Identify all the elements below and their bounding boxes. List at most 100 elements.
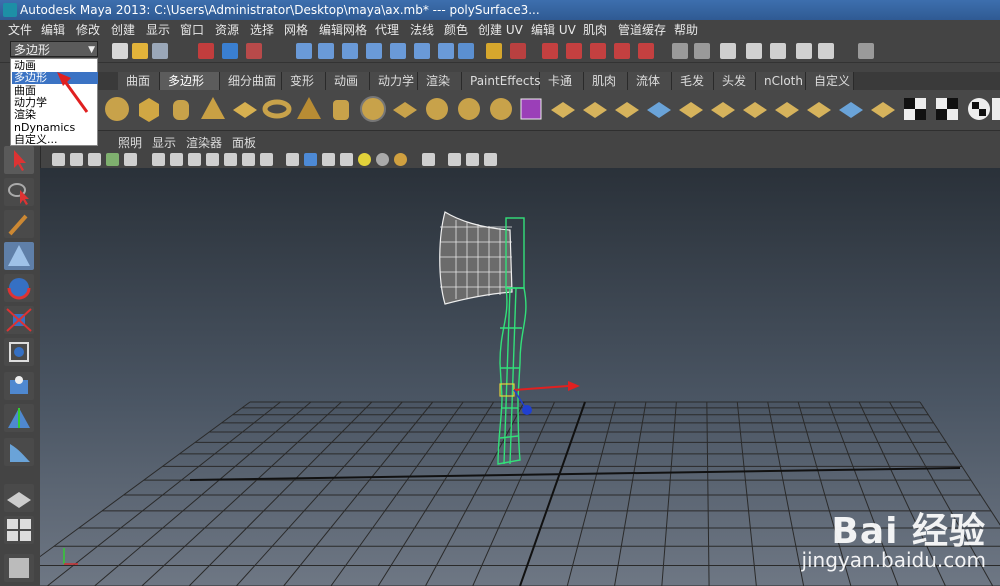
single-perspective-layout-icon[interactable]	[4, 484, 34, 512]
absolute-transform-icon[interactable]	[858, 43, 874, 59]
grid-toggle-icon[interactable]	[152, 153, 165, 166]
gate-mask-icon[interactable]	[206, 153, 219, 166]
history-icon[interactable]	[414, 43, 430, 59]
tool-settings-icon[interactable]	[720, 43, 736, 59]
separate-icon[interactable]	[454, 94, 484, 124]
isolate-select-icon[interactable]	[422, 153, 435, 166]
mode-selector[interactable]: 多边形 ▼	[10, 41, 98, 57]
last-tool-icon[interactable]	[4, 404, 34, 432]
soft-mod-icon[interactable]	[4, 372, 34, 400]
lasso-tool-icon[interactable]	[4, 178, 34, 206]
poly-pipe-icon[interactable]	[358, 94, 388, 124]
shelf-tab[interactable]: nCloth	[756, 72, 806, 90]
poly-torus-icon[interactable]	[262, 94, 292, 124]
menu-item[interactable]: 网格	[284, 20, 308, 40]
wireframe-on-shaded-icon[interactable]	[322, 153, 335, 166]
render-icon[interactable]	[510, 43, 526, 59]
poly-prism-icon[interactable]	[294, 94, 324, 124]
select-hierarchy-icon[interactable]	[198, 43, 214, 59]
menu-item[interactable]: 资源	[215, 20, 239, 40]
menu-item[interactable]: 法线	[410, 20, 434, 40]
menu-item[interactable]: 编辑 UV	[531, 20, 576, 40]
poly-cube-icon[interactable]	[134, 94, 164, 124]
snap-curve-icon[interactable]	[318, 43, 334, 59]
modeling-toolkit-icon[interactable]	[796, 43, 812, 59]
shelf-tab[interactable]: 曲面	[118, 72, 160, 90]
image-plane-icon[interactable]	[106, 153, 119, 166]
menu-item[interactable]: 窗口	[180, 20, 204, 40]
split-polygon-icon[interactable]	[644, 94, 674, 124]
shelf-tab[interactable]: 细分曲面	[220, 72, 282, 90]
xray-icon[interactable]	[448, 153, 461, 166]
shelf-tab[interactable]: 肌肉	[584, 72, 628, 90]
panel-menu-item[interactable]: 面板	[232, 134, 256, 152]
move-tool-icon[interactable]	[4, 242, 34, 270]
poly-cylinder-icon[interactable]	[166, 94, 196, 124]
new-scene-icon[interactable]	[112, 43, 128, 59]
menu-item[interactable]: 文件	[8, 20, 32, 40]
select-tool-icon[interactable]	[4, 146, 34, 174]
menu-item[interactable]: 代理	[375, 20, 399, 40]
poly-helix-icon[interactable]	[390, 94, 420, 124]
render-settings-icon[interactable]	[590, 43, 606, 59]
magnet-icon[interactable]	[638, 43, 654, 59]
shelf-tab[interactable]: 多边形	[160, 72, 220, 90]
shelf-tab[interactable]: 卡通	[540, 72, 584, 90]
shelf-tab[interactable]: 渲染	[418, 72, 462, 90]
menu-item[interactable]: 创建 UV	[478, 20, 523, 40]
shelf-tab[interactable]: 动画	[326, 72, 370, 90]
film-gate-icon[interactable]	[170, 153, 183, 166]
offset-edge-loop-icon[interactable]	[708, 94, 738, 124]
save-scene-icon[interactable]	[152, 43, 168, 59]
shelf-tab[interactable]: PaintEffects	[462, 72, 540, 90]
rotate-tool-icon[interactable]	[4, 274, 34, 302]
bevel-icon[interactable]	[772, 94, 802, 124]
outliner-layout-icon[interactable]	[4, 554, 34, 582]
wedge-icon[interactable]	[804, 94, 834, 124]
menu-item[interactable]: 编辑网格	[319, 20, 367, 40]
merge-icon[interactable]	[740, 94, 770, 124]
shelf-tab[interactable]: 变形	[282, 72, 326, 90]
perspective-viewport[interactable]: Bai 经验 jingyan.baidu.com	[40, 168, 1000, 586]
shelf-tab[interactable]: 动力学	[370, 72, 418, 90]
render-current-frame-icon[interactable]	[542, 43, 558, 59]
make-live-icon[interactable]	[390, 43, 406, 59]
menu-item[interactable]: 选择	[250, 20, 274, 40]
manipulator-icon[interactable]	[4, 338, 34, 366]
xray-joints-icon[interactable]	[466, 153, 479, 166]
bridge-icon[interactable]	[580, 94, 610, 124]
axe-head-mesh[interactable]	[439, 211, 513, 305]
camera-attributes-icon[interactable]	[70, 153, 83, 166]
resolution-gate-icon[interactable]	[188, 153, 201, 166]
menu-item[interactable]: 修改	[76, 20, 100, 40]
panel-menu-item[interactable]: 显示	[152, 134, 176, 152]
scale-tool-icon[interactable]	[4, 306, 34, 334]
shelf-tab[interactable]: 自定义	[806, 72, 854, 90]
safe-title-icon[interactable]	[260, 153, 273, 166]
planar-map-icon[interactable]	[868, 94, 898, 124]
panel-menu-item[interactable]: 照明	[118, 134, 142, 152]
mode-option[interactable]: nDynamics	[12, 121, 98, 134]
use-all-lights-icon[interactable]	[358, 153, 371, 166]
attribute-editor-icon[interactable]	[694, 43, 710, 59]
ipr-render-icon[interactable]	[566, 43, 582, 59]
shelf-tab[interactable]: 流体	[628, 72, 672, 90]
four-view-layout-icon[interactable]	[4, 516, 34, 544]
menu-item[interactable]: 肌肉	[583, 20, 607, 40]
select-object-icon[interactable]	[222, 43, 238, 59]
union-icon[interactable]	[486, 94, 516, 124]
insert-edge-loop-icon[interactable]	[676, 94, 706, 124]
append-polygon-icon[interactable]	[612, 94, 642, 124]
menu-item[interactable]: 颜色	[444, 20, 468, 40]
menu-item[interactable]: 管道缓存	[618, 20, 666, 40]
smooth-icon[interactable]	[516, 94, 546, 124]
poly-sphere-icon[interactable]	[102, 94, 132, 124]
select-component-icon[interactable]	[246, 43, 262, 59]
checker-uv-icon[interactable]	[900, 94, 930, 124]
snap-grid-icon[interactable]	[296, 43, 312, 59]
menu-item[interactable]: 创建	[111, 20, 135, 40]
channel-box-icon[interactable]	[672, 43, 688, 59]
share-icon[interactable]	[484, 153, 497, 166]
textured-icon[interactable]	[340, 153, 353, 166]
combine-icon[interactable]	[422, 94, 452, 124]
